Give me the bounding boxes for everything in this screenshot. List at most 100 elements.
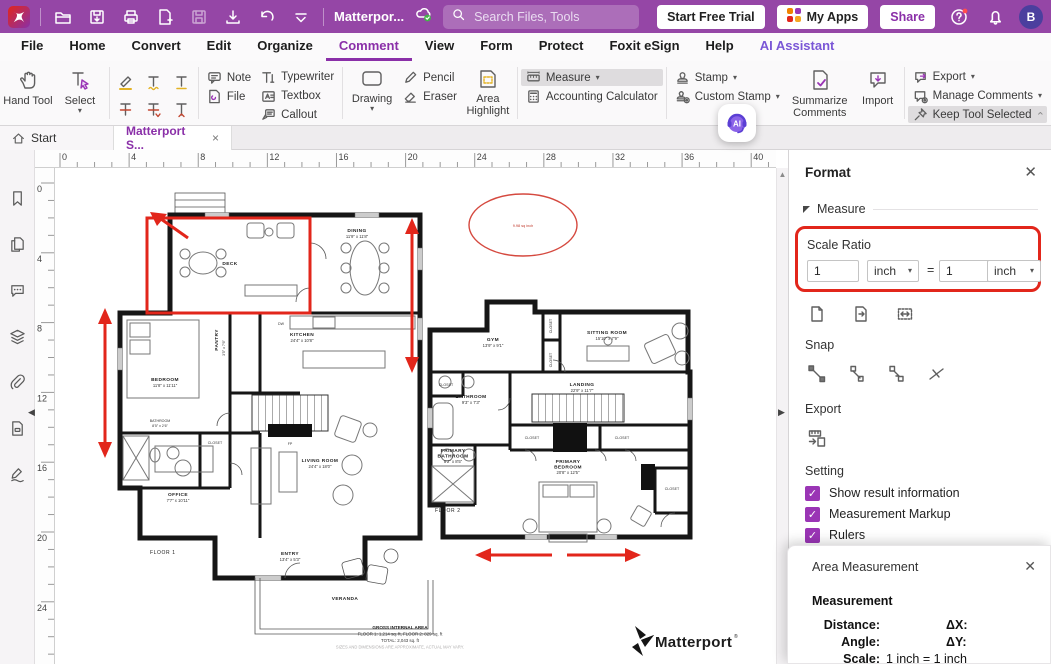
snap-midpoint-button[interactable] bbox=[845, 362, 869, 386]
signatures-panel-button[interactable] bbox=[7, 464, 27, 484]
fields-panel-button[interactable] bbox=[7, 418, 27, 438]
collapse-panel-arrow[interactable]: ▶ bbox=[778, 407, 785, 418]
ai-assistant-floating-button[interactable]: AI bbox=[718, 104, 756, 142]
global-search[interactable] bbox=[443, 5, 639, 29]
scale-from-input[interactable] bbox=[807, 260, 859, 282]
setting-measurement-markup[interactable]: ✓Measurement Markup bbox=[805, 505, 960, 523]
menu-view[interactable]: View bbox=[412, 33, 467, 61]
menu-convert[interactable]: Convert bbox=[119, 33, 194, 61]
menu-comment[interactable]: Comment bbox=[326, 33, 412, 61]
menu-help[interactable]: Help bbox=[693, 33, 747, 61]
start-free-trial-button[interactable]: Start Free Trial bbox=[657, 5, 765, 29]
snap-off-button[interactable] bbox=[925, 362, 949, 386]
textbox-tool-button[interactable]: Textbox bbox=[256, 88, 339, 105]
annotation-arrow-left-vertical[interactable] bbox=[98, 308, 112, 458]
select-tool-button[interactable]: Select ▾ bbox=[54, 63, 106, 123]
menu-ai-assistant[interactable]: AI Assistant bbox=[747, 33, 848, 61]
export-comments-button[interactable]: Export ▾ bbox=[908, 69, 1047, 86]
new-document-button[interactable] bbox=[153, 5, 177, 29]
measure-area-tool-button[interactable] bbox=[893, 302, 917, 326]
tab-document[interactable]: Matterport S... × bbox=[114, 126, 232, 150]
notifications-bell-icon[interactable] bbox=[983, 5, 1007, 29]
cloud-sync-icon[interactable] bbox=[414, 5, 433, 28]
print-button[interactable] bbox=[119, 5, 143, 29]
measure-perimeter-tool-button[interactable] bbox=[849, 302, 873, 326]
menu-file[interactable]: File bbox=[8, 33, 56, 61]
close-tab-icon[interactable]: × bbox=[212, 131, 219, 145]
custom-stamp-button[interactable]: Custom Stamp ▾ bbox=[670, 88, 785, 105]
callout-tool-button[interactable]: Callout bbox=[256, 106, 339, 123]
menu-home[interactable]: Home bbox=[56, 33, 118, 61]
room-label-primary-bedroom: PRIMARY bbox=[556, 459, 581, 465]
measure-distance-tool-button[interactable] bbox=[805, 302, 829, 326]
underline-tool-button[interactable] bbox=[169, 70, 195, 95]
save-button-disabled[interactable] bbox=[187, 5, 211, 29]
snap-path-button[interactable] bbox=[885, 362, 909, 386]
checkbox-icon[interactable]: ✓ bbox=[805, 486, 820, 501]
search-input[interactable] bbox=[472, 9, 622, 25]
save-as-button[interactable] bbox=[85, 5, 109, 29]
strikeout-tool-button[interactable] bbox=[113, 97, 139, 122]
area-highlight-tool-button[interactable]: AreaHighlight bbox=[462, 63, 514, 123]
snap-endpoint-button[interactable] bbox=[805, 362, 829, 386]
document-tab-bar: Start Matterport S... × bbox=[0, 126, 1051, 150]
close-panel-icon[interactable]: ✕ bbox=[1024, 163, 1037, 181]
menu-organize[interactable]: Organize bbox=[244, 33, 326, 61]
ruler-corner bbox=[35, 150, 55, 168]
help-icon[interactable] bbox=[947, 5, 971, 29]
drawing-tool-button[interactable]: Drawing ▾ bbox=[346, 63, 398, 123]
accounting-calculator-button[interactable]: Accounting Calculator bbox=[521, 88, 663, 105]
layers-panel-button[interactable] bbox=[7, 326, 27, 346]
summarize-comments-button[interactable]: SummarizeComments bbox=[785, 63, 855, 123]
checkbox-icon[interactable]: ✓ bbox=[805, 507, 820, 522]
share-button[interactable]: Share bbox=[880, 5, 935, 29]
measure-tool-button[interactable]: Measure ▾ bbox=[521, 69, 663, 86]
setting-rulers[interactable]: ✓Rulers bbox=[805, 526, 960, 544]
menu-protect[interactable]: Protect bbox=[526, 33, 597, 61]
menu-edit[interactable]: Edit bbox=[194, 33, 245, 61]
eraser-tool-button[interactable]: Eraser bbox=[398, 88, 462, 105]
my-apps-button[interactable]: My Apps bbox=[777, 5, 869, 29]
setting-show-result-information[interactable]: ✓Show result information bbox=[805, 484, 960, 502]
measure-section-header[interactable]: Measure bbox=[803, 202, 1038, 216]
redo-dropdown-button[interactable] bbox=[289, 5, 313, 29]
insert-text-tool-button[interactable] bbox=[169, 97, 195, 122]
export-measurement-button[interactable] bbox=[805, 426, 829, 450]
collapse-ribbon-button[interactable]: ⌃ bbox=[1036, 110, 1045, 123]
hand-tool-button[interactable]: Hand Tool bbox=[2, 63, 54, 123]
attachments-panel-button[interactable] bbox=[7, 372, 27, 392]
svg-text:40: 40 bbox=[753, 152, 763, 162]
user-avatar[interactable]: B bbox=[1019, 5, 1043, 29]
pencil-tool-button[interactable]: Pencil bbox=[398, 69, 462, 86]
document-canvas[interactable]: DECK DINING 11'9" x 11'8" KITCHEN 24'4" … bbox=[55, 168, 776, 664]
checkbox-icon[interactable]: ✓ bbox=[805, 528, 820, 543]
undo-button[interactable] bbox=[255, 5, 279, 29]
import-comments-button[interactable]: Import bbox=[855, 63, 901, 123]
tab-start[interactable]: Start bbox=[0, 126, 114, 150]
close-popup-icon[interactable]: ✕ bbox=[1024, 558, 1036, 575]
highlight-tool-button[interactable] bbox=[113, 70, 139, 95]
replace-text-tool-button[interactable] bbox=[141, 97, 167, 122]
keep-tool-selected-toggle[interactable]: Keep Tool Selected bbox=[908, 106, 1047, 123]
download-button[interactable] bbox=[221, 5, 245, 29]
annotation-area-ellipse[interactable]: 9.98 sq inch bbox=[469, 194, 577, 256]
menu-foxit-esign[interactable]: Foxit eSign bbox=[596, 33, 692, 61]
annotation-arrow-bottom-horizontal[interactable] bbox=[475, 548, 641, 562]
note-tool-button[interactable]: Note bbox=[202, 69, 256, 86]
pages-panel-button[interactable] bbox=[7, 234, 27, 254]
menu-form[interactable]: Form bbox=[467, 33, 526, 61]
scale-to-input[interactable] bbox=[939, 260, 991, 282]
manage-comments-button[interactable]: Manage Comments ▾ bbox=[908, 88, 1047, 105]
collapse-sidebar-arrow[interactable]: ◀ bbox=[28, 407, 35, 418]
squiggly-underline-tool-button[interactable] bbox=[141, 70, 167, 95]
bookmarks-panel-button[interactable] bbox=[7, 188, 27, 208]
svg-text:CLOSET: CLOSET bbox=[439, 383, 454, 387]
scale-from-unit-select[interactable]: inch▾ bbox=[867, 260, 919, 282]
foxit-logo-icon[interactable] bbox=[8, 6, 30, 28]
typewriter-tool-button[interactable]: Typewriter bbox=[256, 69, 339, 86]
stamp-tool-button[interactable]: Stamp ▾ bbox=[670, 69, 785, 86]
scale-to-unit-select[interactable]: inch▾ bbox=[987, 260, 1041, 282]
comments-panel-button[interactable] bbox=[7, 280, 27, 300]
open-file-button[interactable] bbox=[51, 5, 75, 29]
attach-file-tool-button[interactable]: File bbox=[202, 88, 256, 105]
